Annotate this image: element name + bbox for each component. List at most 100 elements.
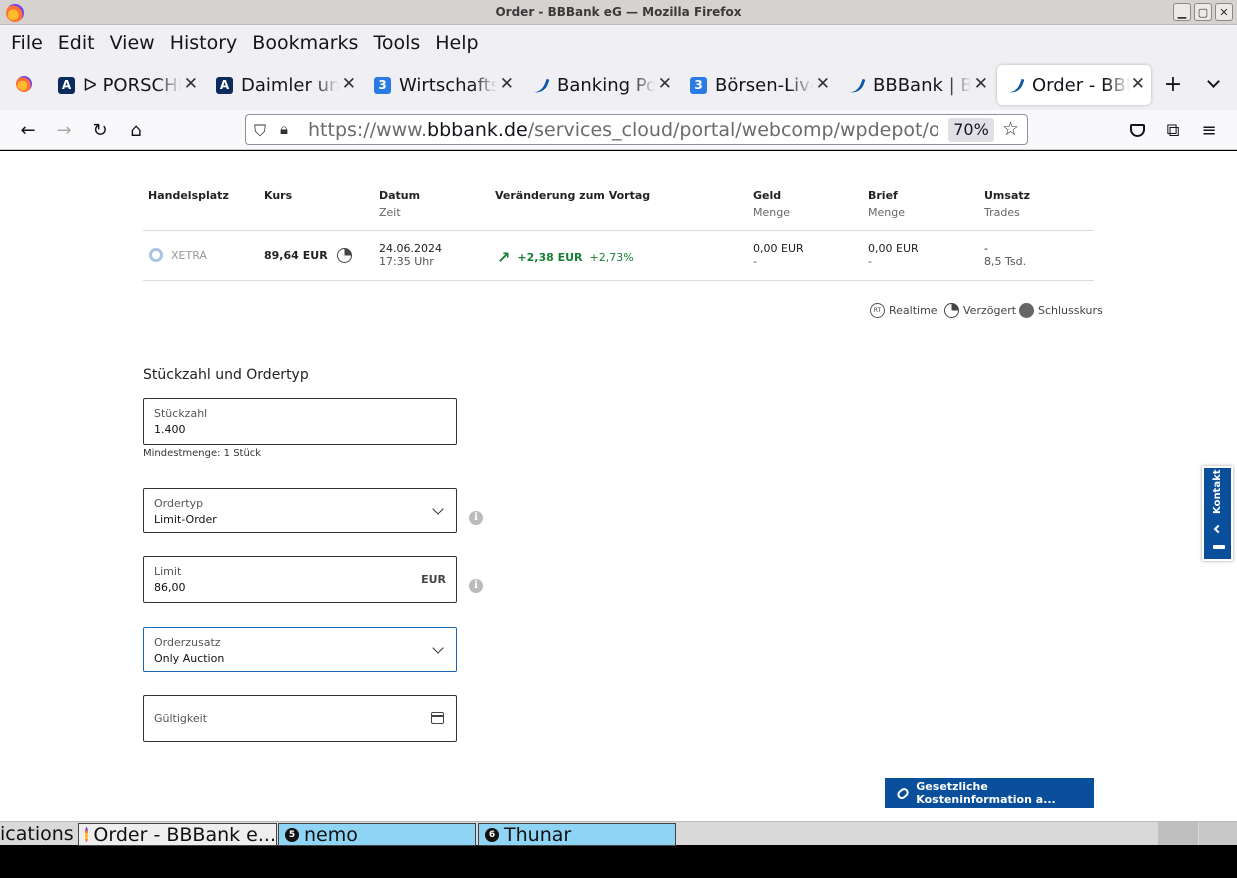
table-row[interactable]: XETRA (149, 248, 207, 262)
back-icon[interactable]: ← (16, 118, 40, 142)
menu-help[interactable]: Help (435, 32, 478, 54)
app-menu-icon[interactable]: ≡ (1197, 118, 1221, 142)
menu-bookmarks[interactable]: Bookmarks (252, 32, 358, 54)
tab-boersen[interactable]: 3 Börsen-Live ✕ (680, 65, 836, 105)
delayed-icon (944, 303, 959, 318)
link-icon (895, 785, 911, 801)
ask-cell: 0,00 EUR - (868, 242, 919, 268)
menu-tools[interactable]: Tools (373, 32, 420, 54)
tab-banking[interactable]: Banking Po ✕ (522, 65, 678, 105)
taskbar-item-thunar[interactable]: 6 Thunar (478, 823, 676, 846)
menu-edit[interactable]: Edit (58, 32, 95, 54)
orderzusatz-select[interactable]: Orderzusatz Only Auction (143, 627, 457, 672)
tracking-shield-icon[interactable]: ⛉ (254, 121, 266, 141)
workspace-badge: 5 (285, 827, 299, 842)
3-logo-icon: 3 (690, 76, 707, 94)
minimize-button[interactable]: ▁ (1173, 3, 1191, 21)
tab-daimler[interactable]: A Daimler und ✕ (206, 65, 362, 105)
info-icon[interactable]: i (469, 511, 483, 525)
tray-area (1199, 822, 1237, 845)
chevron-left-icon (1213, 524, 1223, 534)
venue-radio[interactable] (149, 248, 163, 262)
trades-value: 8,5 Tsd. (984, 255, 1027, 268)
menu-file[interactable]: File (11, 32, 43, 54)
change-cell: ↗ +2,38 EUR +2,73% (497, 248, 634, 267)
forward-icon[interactable]: → (52, 118, 76, 142)
change-absolute: +2,38 EUR (517, 251, 583, 264)
header-kurs: Kurs (264, 189, 293, 202)
ask-value: 0,00 EUR (868, 242, 919, 255)
bbbank-swoosh-icon (848, 77, 865, 94)
validity-field[interactable]: Gültigkeit (143, 695, 457, 742)
section-title: Stückzahl und Ordertyp (143, 367, 309, 383)
calendar-icon[interactable] (431, 712, 444, 724)
menu-history[interactable]: History (170, 32, 238, 54)
tab-bbbank[interactable]: BBBank | B ✕ (838, 65, 994, 105)
applications-menu[interactable]: ications (0, 823, 74, 845)
close-price-icon (1019, 303, 1034, 318)
arrow-up-right-icon: ↗ (497, 248, 511, 267)
close-tab-icon[interactable]: ✕ (184, 74, 198, 94)
pocket-icon[interactable] (1125, 118, 1149, 142)
date-cell: 24.06.2024 17:35 Uhr (379, 242, 442, 268)
window-titlebar: Order - BBBank eG — Mozilla Firefox ▁ ▢ … (0, 0, 1237, 25)
chevron-down-icon (432, 503, 444, 515)
url-bar[interactable]: ⛉ 🔒︎ https://www.bbbank.de/services_clou… (245, 114, 1028, 145)
close-tab-icon[interactable]: ✕ (658, 74, 672, 94)
close-tab-icon[interactable]: ✕ (1131, 74, 1145, 94)
limit-field[interactable]: Limit 86,00 EUR (143, 556, 457, 603)
tab-wirtschaft[interactable]: 3 Wirtschafts ✕ (364, 65, 520, 105)
menu-bar: File Edit View History Bookmarks Tools H… (0, 25, 1237, 60)
realtime-icon: RT (870, 303, 885, 318)
lock-icon[interactable]: 🔒︎ (280, 120, 288, 138)
price-value: 89,64 (264, 249, 299, 262)
window-title: Order - BBBank eG — Mozilla Firefox (495, 5, 742, 19)
header-veraenderung: Veränderung zum Vortag (495, 189, 651, 202)
menu-view[interactable]: View (110, 32, 155, 54)
quantity-field[interactable]: Stückzahl 1.400 (143, 398, 457, 445)
info-icon[interactable]: i (469, 579, 483, 593)
legend-close: Schlusskurs (1019, 303, 1103, 318)
min-quantity-hint: Mindestmenge: 1 Stück (143, 448, 262, 459)
taskbar-item-firefox[interactable]: Order - BBBank e... (78, 823, 277, 846)
legend-realtime: RT Realtime (870, 303, 938, 318)
close-tab-icon[interactable]: ✕ (342, 74, 356, 94)
taskbar-item-nemo[interactable]: 5 nemo (278, 823, 476, 846)
cost-info-button[interactable]: Gesetzliche Kosteninformation a... (885, 778, 1094, 808)
price-cell: 89,64 EUR (264, 248, 352, 263)
bookmark-star-icon[interactable]: ☆ (1002, 118, 1019, 140)
url-text[interactable]: https://www.bbbank.de/services_cloud/por… (308, 119, 938, 141)
home-icon[interactable]: ⌂ (124, 118, 148, 142)
zoom-level[interactable]: 70% (948, 118, 994, 142)
ask-quantity: - (868, 255, 872, 268)
bid-cell: 0,00 EUR - (753, 242, 804, 268)
turnover-cell: - 8,5 Tsd. (984, 242, 1026, 268)
taskbar: ications Order - BBBank e... 5 nemo 6 Th… (0, 821, 1237, 846)
list-tabs-button[interactable] (1201, 72, 1225, 96)
firefox-view-icon[interactable] (12, 72, 36, 96)
ordertype-select[interactable]: Ordertyp Limit-Order (143, 488, 457, 533)
tab-order[interactable]: Order - BBE ✕ (997, 65, 1151, 105)
close-window-button[interactable]: ✕ (1215, 3, 1233, 21)
kontakt-tab[interactable]: Kontakt (1202, 466, 1233, 561)
header-datum: Datum Zeit (379, 189, 421, 219)
table-divider (143, 280, 1094, 281)
page-content: Handelsplatz Kurs Datum Zeit Veränderung … (0, 151, 1237, 821)
tab-bar: A ᐅ PORSCHE ✕ A Daimler und ✕ 3 Wirtscha… (0, 60, 1237, 110)
close-tab-icon[interactable]: ✕ (500, 74, 514, 94)
bid-quantity: - (753, 255, 757, 268)
turnover-value: - (984, 242, 988, 255)
new-tab-button[interactable]: + (1161, 72, 1185, 97)
legend-delayed: Verzögert (944, 303, 1016, 318)
extensions-icon[interactable]: ⧉ (1161, 118, 1185, 142)
price-currency: EUR (302, 249, 328, 262)
tab-porsche[interactable]: A ᐅ PORSCHE ✕ (48, 65, 204, 105)
close-tab-icon[interactable]: ✕ (974, 74, 988, 94)
reload-icon[interactable]: ↻ (88, 118, 112, 142)
3-logo-icon: 3 (374, 76, 391, 94)
a-logo-icon: A (216, 76, 233, 94)
close-tab-icon[interactable]: ✕ (816, 74, 830, 94)
chevron-down-icon (432, 642, 444, 654)
maximize-button[interactable]: ▢ (1194, 3, 1212, 21)
venue-name: XETRA (171, 248, 207, 262)
